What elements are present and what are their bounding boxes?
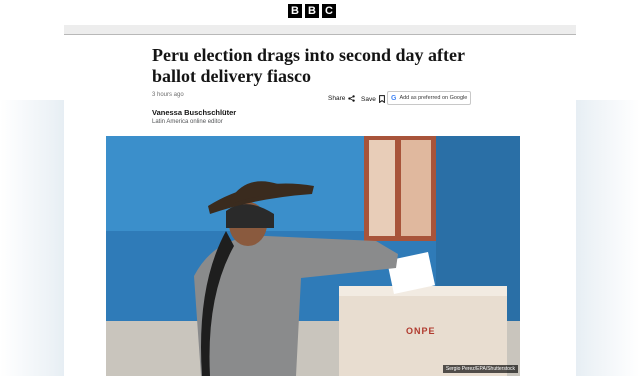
ballot-box-label: ONPE — [406, 326, 436, 336]
author-name: Vanessa Buschschlüter — [152, 108, 237, 117]
bbc-logo-letter: B — [305, 4, 319, 18]
save-label: Save — [361, 95, 376, 103]
google-icon: G — [391, 94, 397, 102]
save-button[interactable]: Save — [361, 95, 385, 103]
author-role: Latin America online editor — [152, 119, 223, 125]
article-container: Peru election drags into second day afte… — [64, 35, 576, 376]
article-timestamp: 3 hours ago — [152, 92, 184, 98]
photo-credit: Sergio Perez/EPA/Shutterstock — [442, 365, 518, 373]
share-button[interactable]: Share — [328, 95, 356, 102]
article-headline: Peru election drags into second day afte… — [152, 45, 465, 86]
share-icon — [348, 95, 356, 102]
bookmark-icon — [378, 95, 385, 103]
bbc-logo-letter: B — [288, 4, 302, 18]
share-label: Share — [328, 95, 346, 102]
add-preferred-google-button[interactable]: G Add as preferred on Google — [387, 91, 471, 105]
navigation-bar — [64, 25, 576, 35]
add-preferred-label: Add as preferred on Google — [399, 95, 468, 101]
bbc-logo[interactable]: B B C — [288, 4, 336, 18]
article-photo: Sergio Perez/EPA/Shutterstock ONPE — [106, 136, 520, 376]
bbc-logo-letter: C — [322, 4, 336, 18]
